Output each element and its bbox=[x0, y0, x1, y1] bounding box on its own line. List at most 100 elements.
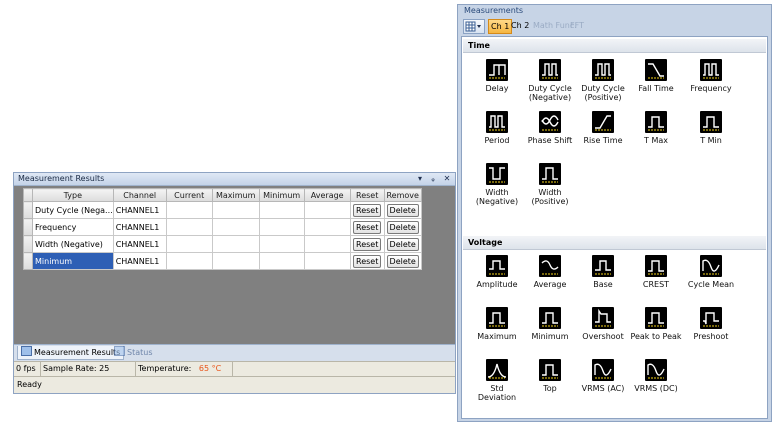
status-icon bbox=[114, 346, 125, 356]
window-menu-button[interactable]: ▾ bbox=[414, 173, 426, 184]
measurements-panel: Measurements Ch 1 Ch 2 Math Func. FFT Ti… bbox=[457, 4, 772, 422]
measurement-results-window: Measurement Results ▾ ᵩ ✕ Type Channel C… bbox=[13, 172, 456, 394]
measurement-item[interactable]: Overshoot bbox=[576, 307, 630, 341]
measurement-label: Frequency bbox=[690, 84, 732, 93]
width-negative-icon bbox=[486, 163, 508, 185]
measurement-item[interactable]: Width (Positive) bbox=[523, 163, 577, 206]
table-row[interactable]: Width (Negative) CHANNEL1 Reset Delete bbox=[23, 235, 422, 253]
measurement-item[interactable]: Duty Cycle (Negative) bbox=[523, 59, 577, 102]
table-header-row: Type Channel Current Maximum Minimum Ave… bbox=[23, 188, 422, 202]
delete-button[interactable]: Delete bbox=[386, 203, 419, 217]
column-header[interactable]: Maximum bbox=[211, 188, 260, 202]
measurement-label: Duty Cycle (Positive) bbox=[581, 84, 625, 102]
measurement-label: VRMS (DC) bbox=[634, 384, 678, 393]
cell-average bbox=[303, 235, 351, 253]
cell-remove: Delete bbox=[383, 235, 422, 253]
column-header[interactable]: Current bbox=[165, 188, 213, 202]
measurement-label: Minimum bbox=[531, 332, 569, 341]
measurement-item[interactable]: Base bbox=[576, 255, 630, 289]
cell-reset: Reset bbox=[349, 218, 385, 236]
measurement-item[interactable]: Rise Time bbox=[576, 111, 630, 145]
pin-button[interactable]: ᵩ bbox=[427, 173, 439, 184]
measurement-item[interactable]: Maximum bbox=[470, 307, 524, 341]
tab-status[interactable]: Status bbox=[114, 346, 153, 359]
width-positive-icon bbox=[539, 163, 561, 185]
reset-button[interactable]: Reset bbox=[353, 203, 382, 217]
cell-maximum bbox=[211, 235, 260, 253]
reset-button[interactable]: Reset bbox=[353, 254, 382, 268]
measurement-item[interactable]: Phase Shift bbox=[523, 111, 577, 145]
measurement-item[interactable]: T Min bbox=[684, 111, 738, 145]
measurement-item[interactable]: T Max bbox=[629, 111, 683, 145]
column-header[interactable]: Minimum bbox=[258, 188, 305, 202]
rise-time-icon bbox=[592, 111, 614, 133]
measurement-item[interactable]: Amplitude bbox=[470, 255, 524, 289]
measurement-item[interactable]: Period bbox=[470, 111, 524, 145]
measurement-label: Maximum bbox=[477, 332, 517, 341]
reset-button[interactable]: Reset bbox=[353, 237, 382, 251]
temperature-value: 65 °C bbox=[198, 364, 222, 373]
table-row[interactable]: Frequency CHANNEL1 Reset Delete bbox=[23, 218, 422, 236]
measurement-item[interactable]: Cycle Mean bbox=[684, 255, 738, 289]
measurement-label: Preshoot bbox=[693, 332, 729, 341]
view-menu-button[interactable] bbox=[463, 19, 485, 34]
measurement-item[interactable]: Fall Time bbox=[629, 59, 683, 93]
measurement-item[interactable]: Peak to Peak bbox=[629, 307, 683, 341]
cell-type: Width (Negative) bbox=[32, 235, 114, 253]
column-header[interactable]: Type bbox=[32, 188, 114, 202]
column-header[interactable]: Reset bbox=[349, 188, 385, 202]
row-selector[interactable] bbox=[23, 235, 33, 253]
frequency-icon bbox=[700, 59, 722, 81]
measurement-item[interactable]: Preshoot bbox=[684, 307, 738, 341]
cell-current bbox=[165, 252, 213, 270]
delete-button[interactable]: Delete bbox=[386, 237, 419, 251]
delete-button[interactable]: Delete bbox=[386, 254, 419, 268]
reset-button[interactable]: Reset bbox=[353, 220, 382, 234]
column-header[interactable]: Channel bbox=[112, 188, 167, 202]
measurement-item[interactable]: Average bbox=[523, 255, 577, 289]
cell-channel: CHANNEL1 bbox=[112, 201, 167, 219]
measurement-item[interactable]: Std Deviation bbox=[470, 359, 524, 402]
column-header[interactable]: Remove bbox=[383, 188, 422, 202]
fps-readout: 0 fps bbox=[14, 362, 41, 376]
cell-type: Minimum bbox=[32, 252, 114, 270]
measurement-item[interactable]: Frequency bbox=[684, 59, 738, 93]
close-button[interactable]: ✕ bbox=[441, 173, 453, 184]
table-row[interactable]: Minimum CHANNEL1 Reset Delete bbox=[23, 252, 422, 270]
measurement-label: VRMS (AC) bbox=[581, 384, 625, 393]
crest-icon bbox=[645, 255, 667, 277]
tab-measurement-results[interactable]: Measurement Results bbox=[17, 346, 125, 360]
cell-average bbox=[303, 252, 351, 270]
row-selector-header bbox=[23, 188, 33, 202]
delete-button[interactable]: Delete bbox=[386, 220, 419, 234]
row-selector[interactable] bbox=[23, 201, 33, 219]
measurement-label: Fall Time bbox=[638, 84, 674, 93]
measurement-item[interactable]: CREST bbox=[629, 255, 683, 289]
measurement-item[interactable]: Duty Cycle (Positive) bbox=[576, 59, 630, 102]
row-selector[interactable] bbox=[23, 252, 33, 270]
row-selector[interactable] bbox=[23, 218, 33, 236]
measurement-item[interactable]: Width (Negative) bbox=[470, 163, 524, 206]
cell-maximum bbox=[211, 252, 260, 270]
temperature-readout: Temperature: 65 °C bbox=[136, 362, 233, 376]
column-header[interactable]: Average bbox=[303, 188, 351, 202]
ch2-button[interactable]: Ch 2 bbox=[509, 19, 531, 32]
fft-button[interactable]: FFT bbox=[568, 19, 586, 32]
measurement-item[interactable]: VRMS (AC) bbox=[576, 359, 630, 393]
cell-remove: Delete bbox=[383, 201, 422, 219]
measurement-item[interactable]: Delay bbox=[470, 59, 524, 93]
measurements-list: Time Delay Duty Cycle (Negative) Duty Cycle… bbox=[461, 36, 768, 419]
measurement-item[interactable]: VRMS (DC) bbox=[629, 359, 683, 393]
measurement-label: Amplitude bbox=[476, 280, 518, 289]
section-heading-time: Time bbox=[463, 39, 766, 53]
table-row[interactable]: Duty Cycle (Nega... CHANNEL1 Reset Delete bbox=[23, 201, 422, 219]
measurement-label: Delay bbox=[485, 84, 509, 93]
measurement-label: Overshoot bbox=[582, 332, 624, 341]
average-icon bbox=[539, 255, 561, 277]
measurement-item[interactable]: Top bbox=[523, 359, 577, 393]
measurement-label: Base bbox=[593, 280, 613, 289]
period-icon bbox=[486, 111, 508, 133]
measurement-item[interactable]: Minimum bbox=[523, 307, 577, 341]
cell-maximum bbox=[211, 201, 260, 219]
cell-remove: Delete bbox=[383, 252, 422, 270]
